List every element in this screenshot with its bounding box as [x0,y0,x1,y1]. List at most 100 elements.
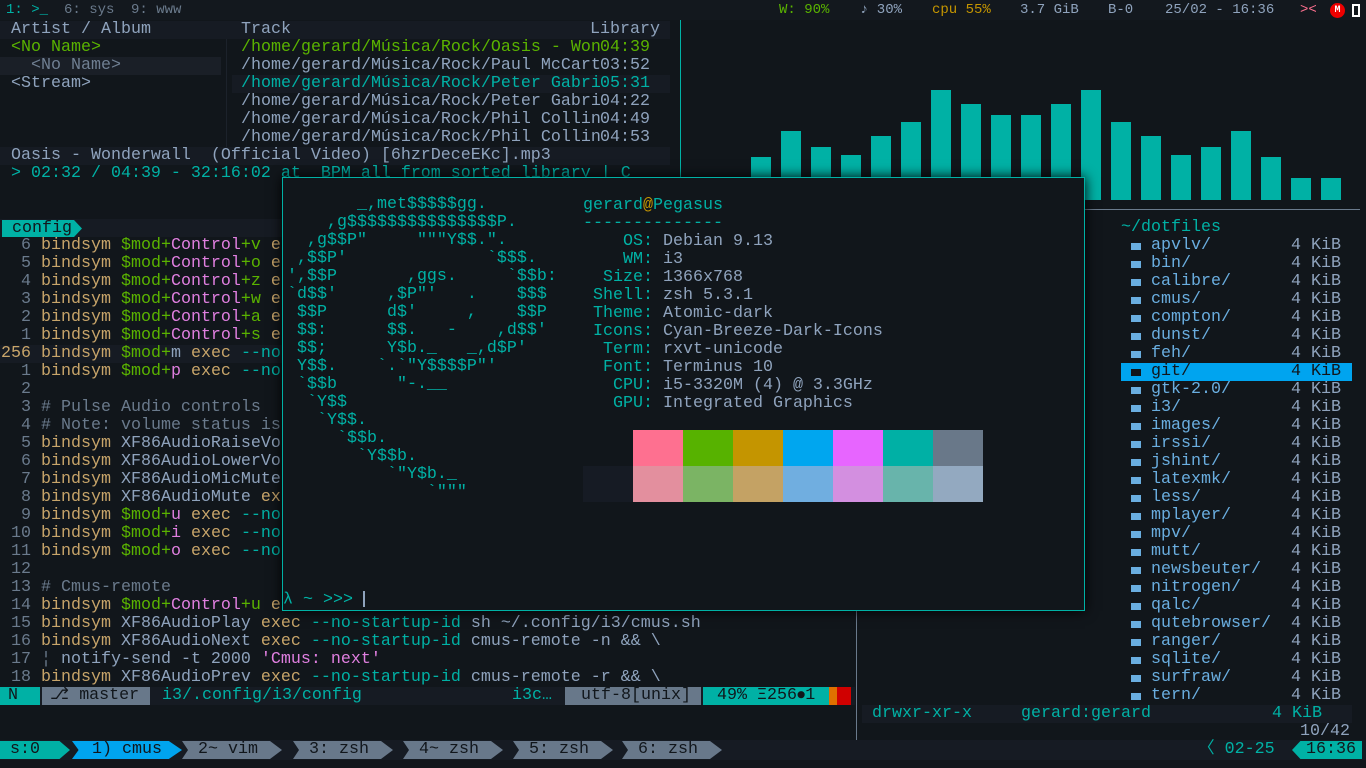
track-row[interactable]: /home/gerard/Música/Rock/Paul McCart 03:5… [232,57,670,75]
file-size: 4 KiB [1291,344,1341,363]
track-row[interactable]: /home/gerard/Música/Rock/Phil Collin 04:5… [232,129,670,147]
code-token: # Pulse Audio controls [41,398,261,417]
file-size: 4 KiB [1291,632,1341,651]
file-item[interactable]: less/4 KiB [1121,489,1352,507]
artist-item[interactable]: <Stream> [11,75,91,93]
file-item[interactable]: calibre/4 KiB [1121,273,1352,291]
code-line[interactable]: 17 ¦ notify-send -t 2000 'Cmus: next' [0,651,855,669]
album-item[interactable]: <No Name> [0,57,221,75]
track-row[interactable]: /home/gerard/Música/Rock/Peter Gabri 04:2… [232,93,670,111]
tmux-window-6[interactable]: 6: zsh [622,741,722,759]
color-swatch [933,466,983,502]
file-name: compton/ [1151,308,1231,327]
tmux-window-3[interactable]: 3: zsh [293,741,393,759]
file-item[interactable]: qalc/4 KiB [1121,597,1352,615]
file-item[interactable]: mplayer/4 KiB [1121,507,1352,525]
tmux-window-4[interactable]: 4~ zsh [403,741,503,759]
code-token: e [260,308,281,327]
tab-config[interactable]: config [2,220,82,237]
code-token: $mod+ [120,344,171,363]
mega-icon[interactable]: M [1330,3,1345,18]
track-path: /home/gerard/Música/Rock/Phil Collin [241,110,601,129]
file-item[interactable]: qutebrowser/4 KiB [1121,615,1352,633]
tmux-window-1[interactable]: 1) cmus [72,741,182,759]
encoding: utf-8[unix] [565,687,701,705]
usb-icon[interactable] [1352,4,1360,17]
file-item[interactable]: feh/4 KiB [1121,345,1352,363]
code-token: bindsym [41,488,121,507]
cpu-status: cpu 55% [932,2,991,18]
track-row[interactable]: /home/gerard/Música/Rock/Oasis - Won 04:3… [232,39,670,57]
file-size: 4 KiB [1291,380,1341,399]
code-token: --no [240,542,281,561]
code-token: bindsym [41,506,121,525]
file-item[interactable]: mutt/4 KiB [1121,543,1352,561]
code-text: bindsym $mod+p exec --no [41,363,281,381]
code-token: ¦ [41,650,61,669]
line-number: 256 [1,344,31,363]
workspace-1[interactable]: 1: >_ [6,1,48,19]
code-text: # Pulse Audio controls [41,399,261,417]
visualizer-bar [1141,136,1161,200]
file-item[interactable]: cmus/4 KiB [1121,291,1352,309]
file-item[interactable]: nitrogen/4 KiB [1121,579,1352,597]
file-item[interactable]: git/4 KiB [1121,363,1352,381]
shell-prompt[interactable]: λ ~ >>> [283,591,365,609]
file-item[interactable]: sqlite/4 KiB [1121,651,1352,669]
code-text: ¦ notify-send -t 2000 'Cmus: next' [41,651,381,669]
file-name: images/ [1151,416,1221,435]
code-text: bindsym $mod+Control+v e [41,237,281,255]
code-token: $mod+ [120,596,171,615]
library-label: Library [590,20,660,39]
cursor-position: 49% Ξ256⦁1 [703,687,829,705]
file-item[interactable]: images/4 KiB [1121,417,1352,435]
track-row[interactable]: /home/gerard/Música/Rock/Peter Gabri 05:3… [232,75,670,93]
file-item[interactable]: tern/4 KiB [1121,687,1352,705]
workspace-9[interactable]: 9: www [131,1,181,19]
code-line[interactable]: 16 bindsym XF86AudioNext exec --no-startu… [0,633,855,651]
file-item[interactable]: gtk-2.0/4 KiB [1121,381,1352,399]
file-size: 4 KiB [1291,470,1341,489]
line-number: 6 [21,452,31,471]
file-item[interactable]: surfraw/4 KiB [1121,669,1352,687]
code-line[interactable]: 15 bindsym XF86AudioPlay exec --no-startu… [0,615,855,633]
track-duration: 05:31 [600,74,650,93]
code-token: --no [240,524,281,543]
tmux-date: 〈 02-25 [1198,740,1275,759]
info-value: rxvt-unicode [663,340,783,359]
file-item[interactable]: newsbeuter/4 KiB [1121,561,1352,579]
code-token: bindsym [41,254,121,273]
file-item[interactable]: bin/4 KiB [1121,255,1352,273]
track-duration: 04:53 [600,128,650,147]
tmux-window-2[interactable]: 2~ vim [182,741,282,759]
code-text: bindsym XF86AudioNext exec --no-startup-… [41,633,661,651]
file-item[interactable]: ranger/4 KiB [1121,633,1352,651]
tmux-window-5[interactable]: 5: zsh [513,741,613,759]
code-text: bindsym XF86AudioPrev exec --no-startup-… [41,669,661,687]
file-item[interactable]: i3/4 KiB [1121,399,1352,417]
file-item[interactable]: dunst/4 KiB [1121,327,1352,345]
file-name: apvlv/ [1151,236,1211,255]
code-text: bindsym $mod+o exec --no [41,543,281,561]
workspace-6[interactable]: 6: sys [64,1,114,19]
neofetch-terminal[interactable]: _,met$$$$$gg. ,g$$$$$$$$$$$$$$$P. ,g$$P"… [282,177,1085,611]
line-number: 4 [21,272,31,291]
code-token: e [260,272,281,291]
folder-icon [1131,459,1141,466]
code-text: bindsym XF86AudioRaiseVo [41,435,281,453]
file-item[interactable]: mpv/4 KiB [1121,525,1352,543]
file-item[interactable]: apvlv/4 KiB [1121,237,1352,255]
file-name: feh/ [1151,344,1191,363]
file-size: 4 KiB [1291,434,1341,453]
file-item[interactable]: latexmk/4 KiB [1121,471,1352,489]
file-item[interactable]: compton/4 KiB [1121,309,1352,327]
folder-icon [1131,423,1141,430]
track-row[interactable]: /home/gerard/Música/Rock/Phil Collin 04:4… [232,111,670,129]
visualizer-bar [1171,154,1191,200]
code-line[interactable]: 18 bindsym XF86AudioPrev exec --no-startu… [0,669,855,687]
file-item[interactable]: irssi/4 KiB [1121,435,1352,453]
file-size: 4 KiB [1291,308,1341,327]
file-item[interactable]: jshint/4 KiB [1121,453,1352,471]
artist-item[interactable]: <No Name> [11,39,101,57]
code-text: bindsym $mod+Control+z e [41,273,281,291]
